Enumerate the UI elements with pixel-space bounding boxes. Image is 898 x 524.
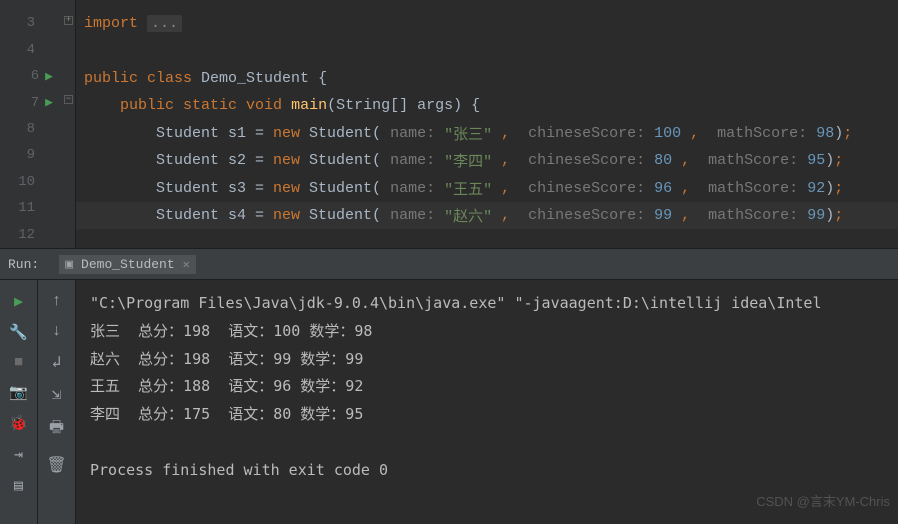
fold-collapse-icon[interactable]: − xyxy=(64,95,73,104)
gutter-row: 7▶− xyxy=(0,89,75,115)
run-config-tab[interactable]: ▣ Demo_Student ✕ xyxy=(59,255,196,274)
gutter-row: 12 xyxy=(0,222,75,248)
layout-icon[interactable]: ▤ xyxy=(14,476,23,495)
line-number: 7 xyxy=(17,95,43,111)
console-line: 赵六 总分：198 语文：99 数学：99 xyxy=(90,346,884,374)
console-output[interactable]: "C:\Program Files\Java\jdk-9.0.4\bin\jav… xyxy=(76,280,898,524)
camera-icon[interactable]: 📷 xyxy=(9,383,28,402)
code-area[interactable]: import ... public class Demo_Student { pu… xyxy=(76,0,898,248)
gutter-row: 11 xyxy=(0,195,75,221)
line-number: 4 xyxy=(13,42,39,58)
line-number: 9 xyxy=(13,147,39,163)
print-icon[interactable]: 🖶 xyxy=(49,416,64,443)
run-label: Run: xyxy=(8,257,39,272)
run-tool-window: ▶ 🔧 ■ 📷 🐞 ⇥ ▤ ↑ ↓ ↲ ⇲ 🖶 🗑 "C:\Program Fi… xyxy=(0,280,898,524)
wrench-icon[interactable]: 🔧 xyxy=(9,323,28,342)
line-number: 11 xyxy=(13,200,39,216)
code-line[interactable] xyxy=(76,229,898,256)
gutter-row: 3 + xyxy=(0,10,75,36)
code-line[interactable]: public class Demo_Student { xyxy=(76,65,898,92)
code-line[interactable]: Student s1 = new Student( name: "张三" , c… xyxy=(76,120,898,147)
gutter-row: 9 xyxy=(0,142,75,168)
code-line[interactable]: Student s2 = new Student( name: "李四" , c… xyxy=(76,147,898,174)
scroll-end-icon[interactable]: ⇲ xyxy=(52,384,62,404)
code-line[interactable]: import ... xyxy=(76,10,898,37)
gutter: 3 + 4 6▶ 7▶− 8 9 10 11 12 xyxy=(0,0,76,248)
run-actions-right: ↑ ↓ ↲ ⇲ 🖶 🗑 xyxy=(38,280,76,524)
console-line: 李四 总分：175 语文：80 数学：95 xyxy=(90,401,884,429)
line-number: 3 xyxy=(13,15,39,31)
soft-wrap-icon[interactable]: ↲ xyxy=(52,352,62,372)
code-line[interactable] xyxy=(76,37,898,64)
console-exit: Process finished with exit code 0 xyxy=(90,457,884,485)
line-number: 6 xyxy=(17,68,43,84)
gutter-row: 10 xyxy=(0,169,75,195)
fold-expand-icon[interactable]: + xyxy=(64,16,73,25)
gutter-row: 8 xyxy=(0,116,75,142)
gutter-run-icon[interactable]: ▶ xyxy=(43,95,57,110)
line-number: 10 xyxy=(13,174,39,190)
console-line: 王五 总分：188 语文：96 数学：92 xyxy=(90,373,884,401)
run-tab-name: Demo_Student xyxy=(81,257,175,272)
gutter-row: 4 xyxy=(0,36,75,62)
line-number: 12 xyxy=(13,227,39,243)
trash-icon[interactable]: 🗑 xyxy=(46,455,66,475)
run-actions-left: ▶ 🔧 ■ 📷 🐞 ⇥ ▤ xyxy=(0,280,38,524)
gutter-run-icon[interactable]: ▶ xyxy=(43,69,57,84)
exit-icon[interactable]: ⇥ xyxy=(14,445,23,464)
code-editor: 3 + 4 6▶ 7▶− 8 9 10 11 12 import ...publ… xyxy=(0,0,898,248)
console-cmd: "C:\Program Files\Java\jdk-9.0.4\bin\jav… xyxy=(90,290,884,318)
debug-icon[interactable]: 🐞 xyxy=(9,414,28,433)
up-icon[interactable]: ↑ xyxy=(52,292,62,310)
down-icon[interactable]: ↓ xyxy=(52,322,62,340)
app-icon: ▣ xyxy=(65,257,73,272)
close-icon[interactable]: ✕ xyxy=(183,257,190,272)
console-line: 张三 总分：198 语文：100 数学：98 xyxy=(90,318,884,346)
line-number: 8 xyxy=(13,121,39,137)
run-icon[interactable]: ▶ xyxy=(14,292,23,311)
stop-icon[interactable]: ■ xyxy=(14,354,23,371)
code-line[interactable]: Student s3 = new Student( name: "王五" , c… xyxy=(76,174,898,201)
watermark: CSDN @言末YM-Chris xyxy=(756,491,890,510)
gutter-row: 6▶ xyxy=(0,63,75,89)
code-line[interactable]: Student s4 = new Student( name: "赵六" , c… xyxy=(76,202,898,229)
code-line[interactable]: public static void main(String[] args) { xyxy=(76,92,898,119)
